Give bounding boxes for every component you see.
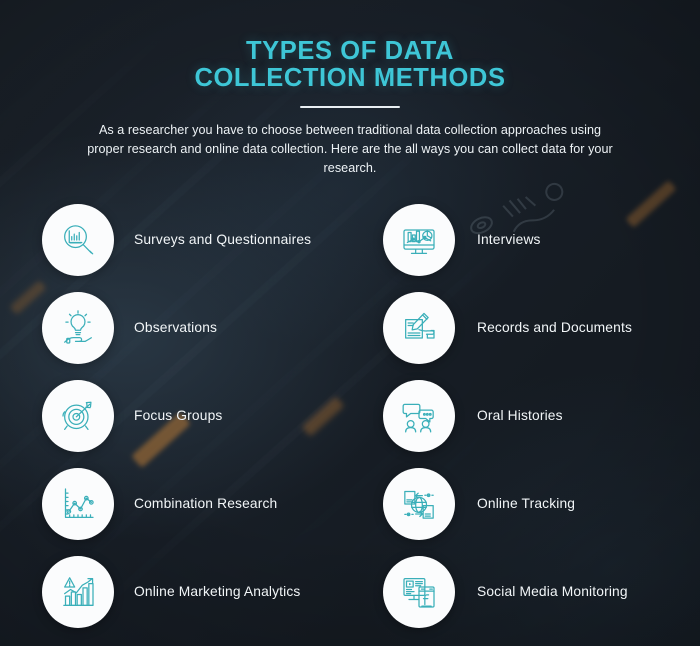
list-item-label: Records and Documents	[477, 320, 632, 335]
globe-documents-transfer-icon	[404, 490, 434, 519]
list-item[interactable]: Online Tracking	[383, 460, 700, 548]
icon-badge	[383, 468, 455, 540]
list-item[interactable]: Social Media Monitoring	[383, 548, 700, 636]
icon-badge	[42, 292, 114, 364]
header: TYPES OF DATA COLLECTION METHODS As a re…	[0, 0, 700, 178]
methods-columns: Surveys and Questionnaires Observations …	[0, 196, 700, 636]
monitor-analytics-icon	[403, 229, 435, 254]
intro-paragraph: As a researcher you have to choose betwe…	[87, 123, 613, 175]
list-item-label: Online Marketing Analytics	[134, 584, 301, 599]
list-item-label: Oral Histories	[477, 408, 563, 423]
icon-badge	[383, 204, 455, 276]
target-dart-icon	[62, 401, 92, 430]
list-item[interactable]: Interviews	[383, 196, 700, 284]
list-item-label: Social Media Monitoring	[477, 584, 628, 599]
line-graph-icon	[64, 488, 94, 518]
icon-badge	[42, 380, 114, 452]
title-divider	[300, 106, 400, 108]
page-title-line-2: COLLECTION METHODS	[194, 64, 506, 92]
people-speech-bubbles-icon	[402, 403, 434, 433]
list-item-label: Interviews	[477, 232, 541, 247]
list-item[interactable]: Online Marketing Analytics	[42, 548, 350, 636]
icon-badge	[383, 380, 455, 452]
list-item-label: Surveys and Questionnaires	[134, 232, 312, 247]
infographic-poster: TYPES OF DATA COLLECTION METHODS As a re…	[0, 0, 700, 646]
icon-badge	[383, 556, 455, 628]
list-item[interactable]: Oral Histories	[383, 372, 700, 460]
list-item[interactable]: Observations	[42, 284, 350, 372]
list-item-label: Focus Groups	[134, 408, 223, 423]
methods-column-left: Surveys and Questionnaires Observations …	[0, 196, 350, 636]
icon-badge	[383, 292, 455, 364]
page-title: TYPES OF DATA COLLECTION METHODS	[0, 38, 700, 92]
page-title-line-1: TYPES OF DATA	[245, 37, 455, 65]
list-item[interactable]: Surveys and Questionnaires	[42, 196, 350, 284]
methods-column-right: Interviews Records and Documents Oral Hi…	[350, 196, 700, 636]
list-item[interactable]: Records and Documents	[383, 284, 700, 372]
list-item-label: Observations	[134, 320, 218, 335]
magnifier-bar-chart-icon	[64, 225, 94, 255]
lightbulb-on-hand-icon	[64, 310, 92, 344]
list-item[interactable]: Focus Groups	[42, 372, 350, 460]
icon-badge	[42, 468, 114, 540]
icon-badge	[42, 204, 114, 276]
icon-badge	[42, 556, 114, 628]
list-item-label: Online Tracking	[477, 496, 576, 511]
hand-writing-document-icon	[405, 312, 435, 339]
list-item-label: Combination Research	[134, 496, 278, 511]
list-item[interactable]: Combination Research	[42, 460, 350, 548]
social-media-screens-icon	[403, 578, 435, 608]
bar-chart-growth-icon	[63, 577, 94, 606]
